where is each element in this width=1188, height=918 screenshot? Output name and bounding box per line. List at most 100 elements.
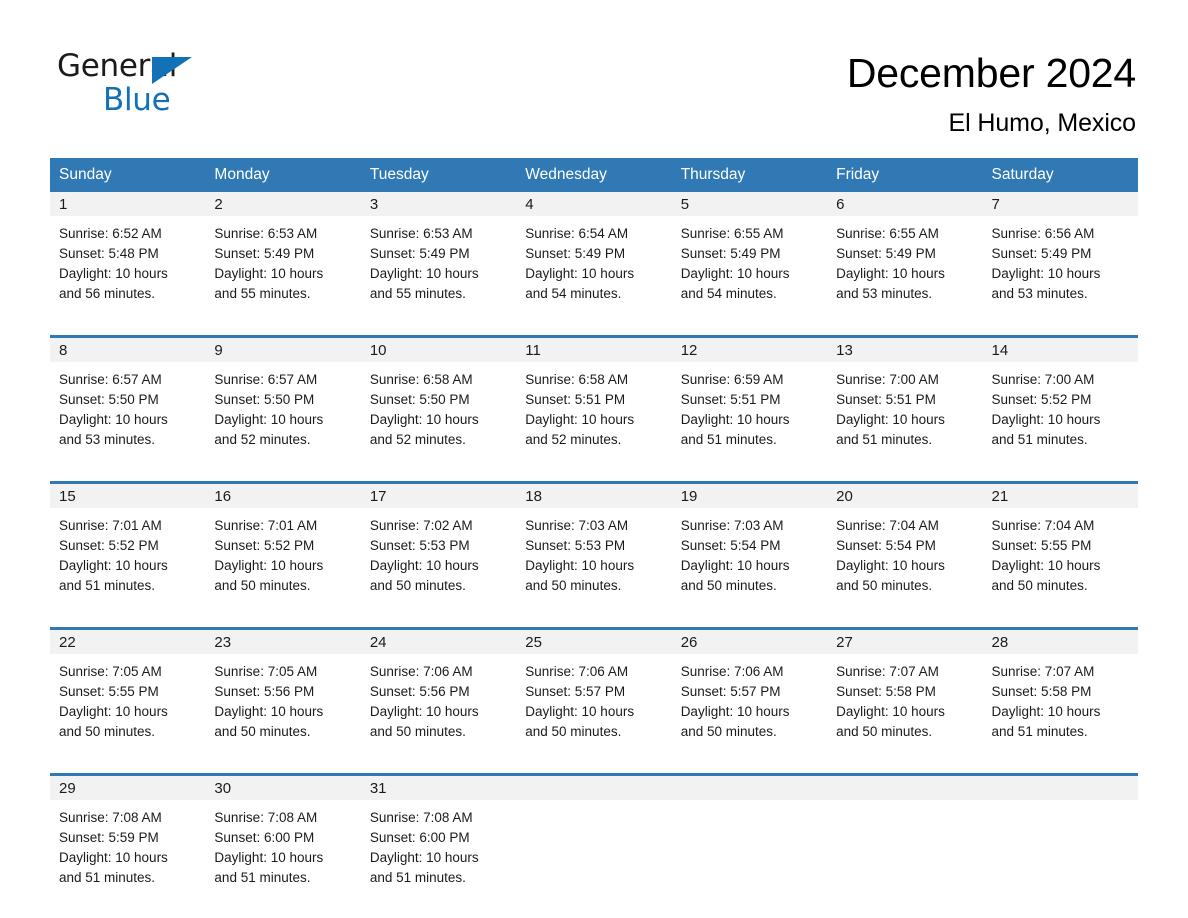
sunset-text: Sunset: 6:00 PM	[214, 830, 315, 846]
day-details: Sunrise: 7:05 AM Sunset: 5:56 PM Daylight:…	[205, 654, 360, 742]
day-cell-inner: 18 Sunrise: 7:03 AM Sunset: 5:53 PM Dayligh…	[516, 484, 672, 617]
sunrise-text: Sunrise: 7:06 AM	[680, 664, 784, 680]
sunset-text: Sunset: 5:50 PM	[214, 392, 315, 408]
day-number: 1	[50, 192, 206, 217]
calendar-day-cell[interactable]: 10 Sunrise: 6:58 AM Sunset: 5:50 PM Dayligh…	[360, 338, 517, 471]
day-cell-inner	[827, 776, 983, 909]
calendar-day-cell[interactable]	[982, 776, 1138, 909]
sunset-text: Sunset: 5:58 PM	[991, 684, 1092, 700]
calendar-day-cell[interactable]: 25 Sunrise: 7:06 AM Sunset: 5:57 PM Dayligh…	[516, 630, 672, 763]
calendar-day-cell[interactable]	[827, 776, 983, 909]
calendar-day-cell[interactable]: 27 Sunrise: 7:07 AM Sunset: 5:58 PM Dayligh…	[827, 630, 983, 763]
sunrise-text: Sunrise: 6:55 AM	[836, 226, 939, 242]
sunset-text: Sunset: 5:49 PM	[369, 246, 470, 262]
calendar-day-cell[interactable]: 16 Sunrise: 7:01 AM Sunset: 5:52 PM Dayligh…	[205, 484, 361, 617]
calendar-day-cell[interactable]: 21 Sunrise: 7:04 AM Sunset: 5:55 PM Dayligh…	[982, 484, 1138, 617]
day-cell-inner: 8 Sunrise: 6:57 AM Sunset: 5:50 PM Daylight…	[50, 338, 206, 471]
calendar-day-cell[interactable]: 11 Sunrise: 6:58 AM Sunset: 5:51 PM Dayligh…	[516, 338, 672, 471]
calendar-day-cell[interactable]: 23 Sunrise: 7:05 AM Sunset: 5:56 PM Dayligh…	[205, 630, 361, 763]
calendar-day-cell[interactable]: 30 Sunrise: 7:08 AM Sunset: 6:00 PM Dayligh…	[205, 776, 361, 909]
day-details: Sunrise: 6:57 AM Sunset: 5:50 PM Daylight:…	[205, 362, 360, 450]
sunrise-text: Sunrise: 7:08 AM	[214, 810, 318, 826]
day-details: Sunrise: 6:58 AM Sunset: 5:51 PM Daylight:…	[516, 362, 671, 450]
sunset-text: Sunset: 5:55 PM	[991, 538, 1092, 554]
daylight-text-line1: Daylight: 10 hours	[680, 704, 790, 720]
calendar-day-cell[interactable]: 13 Sunrise: 7:00 AM Sunset: 5:51 PM Dayligh…	[827, 338, 983, 471]
calendar-day-cell[interactable]: 3 Sunrise: 6:53 AM Sunset: 5:49 PM Daylight…	[360, 192, 517, 325]
sunset-text: Sunset: 5:54 PM	[680, 538, 781, 554]
day-details: Sunrise: 7:03 AM Sunset: 5:53 PM Daylight:…	[516, 508, 671, 596]
calendar-day-cell[interactable]: 8 Sunrise: 6:57 AM Sunset: 5:50 PM Daylight…	[50, 338, 206, 471]
calendar-day-cell[interactable]: 22 Sunrise: 7:05 AM Sunset: 5:55 PM Dayligh…	[50, 630, 206, 763]
sunset-text: Sunset: 5:50 PM	[59, 392, 159, 408]
calendar-day-cell[interactable]: 5 Sunrise: 6:55 AM Sunset: 5:49 PM Daylight…	[671, 192, 828, 325]
sunset-text: Sunset: 5:49 PM	[214, 246, 315, 262]
calendar-day-cell[interactable]: 31 Sunrise: 7:08 AM Sunset: 6:00 PM Dayligh…	[360, 776, 517, 909]
logo-text-blue: Blue	[103, 82, 171, 118]
calendar-day-cell[interactable]: 29 Sunrise: 7:08 AM Sunset: 5:59 PM Dayligh…	[50, 776, 206, 909]
sunset-text: Sunset: 5:49 PM	[680, 246, 781, 262]
calendar-day-cell[interactable]: 4 Sunrise: 6:54 AM Sunset: 5:49 PM Daylight…	[516, 192, 672, 325]
calendar-day-cell[interactable]: 15 Sunrise: 7:01 AM Sunset: 5:52 PM Dayligh…	[50, 484, 206, 617]
general-blue-logo[interactable]: General Blue	[57, 48, 217, 118]
day-details: Sunrise: 7:06 AM Sunset: 5:57 PM Daylight:…	[672, 654, 827, 742]
calendar-day-cell[interactable]: 6 Sunrise: 6:55 AM Sunset: 5:49 PM Daylight…	[827, 192, 983, 325]
calendar-day-cell[interactable]: 1 Sunrise: 6:52 AM Sunset: 5:48 PM Daylight…	[50, 192, 206, 325]
day-number: 22	[50, 630, 206, 655]
day-number: 25	[516, 630, 672, 655]
sunrise-text: Sunrise: 6:56 AM	[991, 226, 1095, 242]
calendar-day-cell[interactable]: 12 Sunrise: 6:59 AM Sunset: 5:51 PM Dayligh…	[671, 338, 828, 471]
daylight-text-line1: Daylight: 10 hours	[214, 704, 324, 720]
sunrise-text: Sunrise: 6:59 AM	[680, 372, 784, 388]
daylight-text-line1: Daylight: 10 hours	[680, 412, 790, 428]
day-number: 9	[205, 338, 361, 363]
day-number: 27	[827, 630, 983, 655]
daylight-text-line2: and 53 minutes.	[991, 286, 1088, 302]
calendar-day-cell[interactable]: 17 Sunrise: 7:02 AM Sunset: 5:53 PM Dayligh…	[360, 484, 517, 617]
calendar-day-cell[interactable]: 2 Sunrise: 6:53 AM Sunset: 5:49 PM Daylight…	[205, 192, 361, 325]
day-cell-inner	[516, 776, 672, 909]
sunrise-text: Sunrise: 6:57 AM	[214, 372, 318, 388]
calendar-day-cell[interactable]: 24 Sunrise: 7:06 AM Sunset: 5:56 PM Dayligh…	[360, 630, 517, 763]
day-details: Sunrise: 7:08 AM Sunset: 6:00 PM Daylight:…	[361, 800, 516, 888]
day-cell-inner: 12 Sunrise: 6:59 AM Sunset: 5:51 PM Dayligh…	[671, 338, 828, 471]
daylight-text-line2: and 50 minutes.	[369, 724, 466, 740]
daylight-text-line1: Daylight: 10 hours	[369, 266, 479, 282]
daylight-text-line2: and 50 minutes.	[214, 724, 311, 740]
title-block: December 2024 El Humo, Mexico	[847, 48, 1136, 138]
daylight-text-line1: Daylight: 10 hours	[59, 558, 168, 574]
calendar-day-cell[interactable]: 18 Sunrise: 7:03 AM Sunset: 5:53 PM Dayligh…	[516, 484, 672, 617]
weekday-header-friday: Friday	[827, 158, 983, 193]
week-gap-cell	[50, 763, 1138, 774]
calendar-day-cell[interactable]	[516, 776, 672, 909]
calendar-day-cell[interactable]	[671, 776, 828, 909]
sunset-text: Sunset: 5:54 PM	[836, 538, 936, 554]
day-number: 5	[671, 192, 828, 217]
day-details: Sunrise: 7:01 AM Sunset: 5:52 PM Daylight:…	[50, 508, 205, 596]
calendar-day-cell[interactable]: 14 Sunrise: 7:00 AM Sunset: 5:52 PM Dayligh…	[982, 338, 1138, 471]
day-number: 3	[360, 192, 517, 217]
day-cell-inner: 17 Sunrise: 7:02 AM Sunset: 5:53 PM Dayligh…	[360, 484, 517, 617]
calendar-day-cell[interactable]: 7 Sunrise: 6:56 AM Sunset: 5:49 PM Daylight…	[982, 192, 1138, 325]
calendar-day-cell[interactable]: 20 Sunrise: 7:04 AM Sunset: 5:54 PM Dayligh…	[827, 484, 983, 617]
calendar-week-row: 8 Sunrise: 6:57 AM Sunset: 5:50 PM Daylight…	[50, 338, 1138, 471]
day-details: Sunrise: 6:56 AM Sunset: 5:49 PM Daylight:…	[983, 216, 1138, 304]
sunrise-text: Sunrise: 7:03 AM	[525, 518, 629, 534]
day-number: 6	[827, 192, 983, 217]
daylight-text-line1: Daylight: 10 hours	[680, 266, 790, 282]
sunrise-text: Sunrise: 7:04 AM	[836, 518, 939, 534]
daylight-text-line1: Daylight: 10 hours	[214, 558, 324, 574]
sunrise-text: Sunrise: 7:06 AM	[369, 664, 473, 680]
daylight-text-line2: and 50 minutes.	[836, 724, 933, 740]
calendar-day-cell[interactable]: 19 Sunrise: 7:03 AM Sunset: 5:54 PM Dayligh…	[671, 484, 828, 617]
calendar-day-cell[interactable]: 28 Sunrise: 7:07 AM Sunset: 5:58 PM Dayligh…	[982, 630, 1138, 763]
sunset-text: Sunset: 5:50 PM	[369, 392, 470, 408]
calendar-day-cell[interactable]: 26 Sunrise: 7:06 AM Sunset: 5:57 PM Dayligh…	[671, 630, 828, 763]
sunrise-text: Sunrise: 6:53 AM	[369, 226, 473, 242]
calendar-day-cell[interactable]: 9 Sunrise: 6:57 AM Sunset: 5:50 PM Daylight…	[205, 338, 361, 471]
daylight-text-line2: and 50 minutes.	[369, 578, 466, 594]
day-number: 15	[50, 484, 206, 509]
daylight-text-line1: Daylight: 10 hours	[525, 558, 635, 574]
calendar-body: 1 Sunrise: 6:52 AM Sunset: 5:48 PM Daylight…	[50, 192, 1138, 909]
daylight-text-line2: and 51 minutes.	[991, 724, 1088, 740]
